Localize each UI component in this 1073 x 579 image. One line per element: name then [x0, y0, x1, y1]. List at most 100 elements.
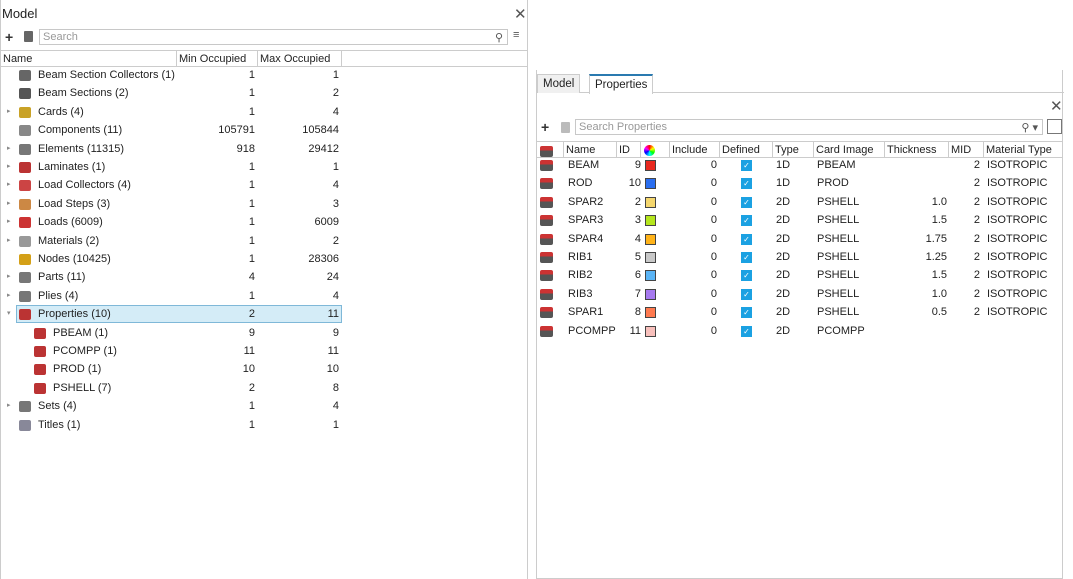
- tree-item[interactable]: ▸ Cards (4) 1 4: [1, 103, 528, 121]
- search-properties-input[interactable]: Search Properties ⚲ ▾: [575, 119, 1043, 135]
- close-icon[interactable]: ✕: [514, 5, 527, 23]
- defined-checkbox[interactable]: ✓: [741, 215, 752, 227]
- property-row[interactable]: SPAR2 2 0 ✓ 2D PSHELL 1.0 2 ISOTROPIC: [537, 193, 1063, 211]
- expand-arrow-icon[interactable]: ▸: [7, 140, 11, 158]
- min-occupied: 11: [243, 345, 255, 357]
- tab-properties[interactable]: Properties: [589, 74, 654, 94]
- tree-item-icon: [34, 364, 46, 376]
- tree-item[interactable]: Beam Section Collectors (1) 1 1: [1, 66, 528, 84]
- tab-model[interactable]: Model: [537, 74, 581, 93]
- tree-item[interactable]: ▸ Loads (6009) 1 6009: [1, 213, 528, 231]
- min-occupied: 1: [248, 105, 255, 118]
- defined-checkbox[interactable]: ✓: [741, 252, 752, 263]
- close-icon[interactable]: ✕: [1050, 97, 1063, 115]
- min-occupied: 1: [248, 400, 255, 413]
- max-occupied: 24: [326, 271, 339, 284]
- color-swatch[interactable]: [645, 325, 656, 337]
- tree-item-label: Components (11): [38, 124, 123, 137]
- tree-item[interactable]: Titles (1) 1 1: [1, 416, 528, 434]
- tree-item[interactable]: PCOMPP (1) 11 11: [1, 342, 528, 360]
- tree-item[interactable]: ▸ Load Steps (3) 1 3: [1, 195, 528, 213]
- tree-item[interactable]: ▸ Plies (4) 1 4: [1, 287, 528, 305]
- search-icon: ⚲: [494, 32, 503, 44]
- color-swatch[interactable]: [645, 288, 656, 300]
- defined-checkbox[interactable]: ✓: [741, 270, 752, 282]
- tree-item[interactable]: Beam Sections (2) 1 2: [1, 84, 528, 102]
- defined-checkbox[interactable]: ✓: [741, 178, 752, 190]
- tree-item[interactable]: PROD (1) 10 10: [1, 360, 528, 378]
- expand-arrow-icon[interactable]: ▸: [7, 268, 11, 286]
- add-icon[interactable]: +: [5, 29, 13, 45]
- tree-item[interactable]: PSHELL (7) 2 8: [1, 379, 528, 397]
- property-row[interactable]: ROD 10 0 ✓ 1D PROD 2 ISOTROPIC: [537, 174, 1063, 192]
- defined-checkbox[interactable]: ✓: [741, 325, 752, 337]
- expand-arrow-icon[interactable]: ▸: [7, 213, 11, 231]
- column-header-max[interactable]: Max Occupied: [258, 51, 342, 67]
- color-swatch[interactable]: [645, 233, 656, 245]
- expand-arrow-icon[interactable]: ▸: [7, 103, 11, 121]
- expand-arrow-icon[interactable]: ▸: [7, 195, 11, 213]
- property-mid: 2: [973, 232, 980, 245]
- color-swatch[interactable]: [645, 307, 656, 319]
- collapse-arrow-icon[interactable]: ▾: [7, 305, 11, 323]
- property-row[interactable]: PCOMPP 11 0 ✓ 2D PCOMPP: [537, 322, 1063, 340]
- color-swatch[interactable]: [645, 178, 656, 190]
- tree-item[interactable]: Components (11) 105791 105844: [1, 121, 528, 139]
- property-name: SPAR4: [568, 232, 604, 245]
- column-chooser-icon[interactable]: [1047, 119, 1062, 134]
- tree-item[interactable]: PBEAM (1) 9 9: [1, 324, 528, 342]
- defined-checkbox[interactable]: ✓: [741, 233, 752, 245]
- defined-checkbox[interactable]: ✓: [741, 288, 752, 300]
- property-row[interactable]: SPAR3 3 0 ✓ 2D PSHELL 1.5 2 ISOTROPIC: [537, 211, 1063, 229]
- expand-arrow-icon[interactable]: ▸: [7, 232, 11, 250]
- defined-checkbox[interactable]: ✓: [741, 307, 752, 319]
- tree-item-icon: [19, 198, 31, 210]
- expand-arrow-icon[interactable]: ▸: [7, 176, 11, 194]
- color-swatch[interactable]: [645, 196, 656, 208]
- property-row[interactable]: RIB3 7 0 ✓ 2D PSHELL 1.0 2 ISOTROPIC: [537, 285, 1063, 303]
- property-row[interactable]: SPAR1 8 0 ✓ 2D PSHELL 0.5 2 ISOTROPIC: [537, 303, 1063, 321]
- color-swatch[interactable]: [645, 160, 656, 171]
- property-mid: 2: [973, 177, 980, 190]
- tree-item[interactable]: Nodes (10425) 1 28306: [1, 250, 528, 268]
- column-header-name[interactable]: Name: [1, 51, 177, 67]
- tree-item[interactable]: ▸ Materials (2) 1 2: [1, 232, 528, 250]
- tree-item[interactable]: ▸ Sets (4) 1 4: [1, 397, 528, 415]
- expand-arrow-icon[interactable]: ▸: [7, 397, 11, 415]
- tree-item[interactable]: ▸ Load Collectors (4) 1 4: [1, 176, 528, 194]
- max-occupied: 11: [327, 345, 339, 357]
- property-row[interactable]: SPAR4 4 0 ✓ 2D PSHELL 1.75 2 ISOTROPIC: [537, 230, 1063, 248]
- add-icon[interactable]: +: [541, 119, 549, 135]
- tree-item[interactable]: ▸ Parts (11) 4 24: [1, 268, 528, 286]
- property-row[interactable]: RIB2 6 0 ✓ 2D PSHELL 1.5 2 ISOTROPIC: [537, 266, 1063, 284]
- property-include: 0: [710, 177, 717, 190]
- max-occupied: 2: [332, 87, 339, 100]
- property-icon: [540, 325, 553, 337]
- property-thickness: 1.75: [925, 232, 947, 245]
- tree-item[interactable]: ▸ Laminates (1) 1 1: [1, 158, 528, 176]
- expand-arrow-icon[interactable]: ▸: [7, 287, 11, 305]
- tree-item[interactable]: ▾ Properties (10) 2 11: [1, 305, 528, 324]
- property-card-image: PROD: [817, 177, 849, 190]
- search-input[interactable]: Search ⚲: [39, 29, 508, 45]
- property-id: 11: [629, 324, 641, 337]
- property-thickness: 1.0: [931, 287, 947, 300]
- filter-icon[interactable]: ≡: [513, 29, 519, 41]
- defined-checkbox[interactable]: ✓: [741, 196, 752, 208]
- trash-icon[interactable]: [24, 31, 33, 42]
- tree-item-label: Titles (1): [38, 418, 81, 431]
- color-swatch[interactable]: [645, 252, 656, 263]
- color-swatch[interactable]: [645, 215, 656, 227]
- tree-item[interactable]: ▸ Elements (11315) 918 29412: [1, 140, 528, 158]
- property-name: SPAR1: [568, 306, 604, 319]
- color-swatch[interactable]: [645, 270, 656, 282]
- property-thickness: 1.5: [931, 214, 947, 227]
- expand-arrow-icon[interactable]: ▸: [7, 158, 11, 176]
- min-occupied: 1: [248, 161, 255, 173]
- property-row[interactable]: BEAM 9 0 ✓ 1D PBEAM 2 ISOTROPIC: [537, 156, 1063, 174]
- property-thickness: 1.5: [931, 269, 947, 282]
- defined-checkbox[interactable]: ✓: [741, 160, 752, 171]
- column-header-min[interactable]: Min Occupied: [177, 51, 258, 67]
- property-row[interactable]: RIB1 5 0 ✓ 2D PSHELL 1.25 2 ISOTROPIC: [537, 248, 1063, 266]
- max-occupied: 28306: [308, 253, 339, 265]
